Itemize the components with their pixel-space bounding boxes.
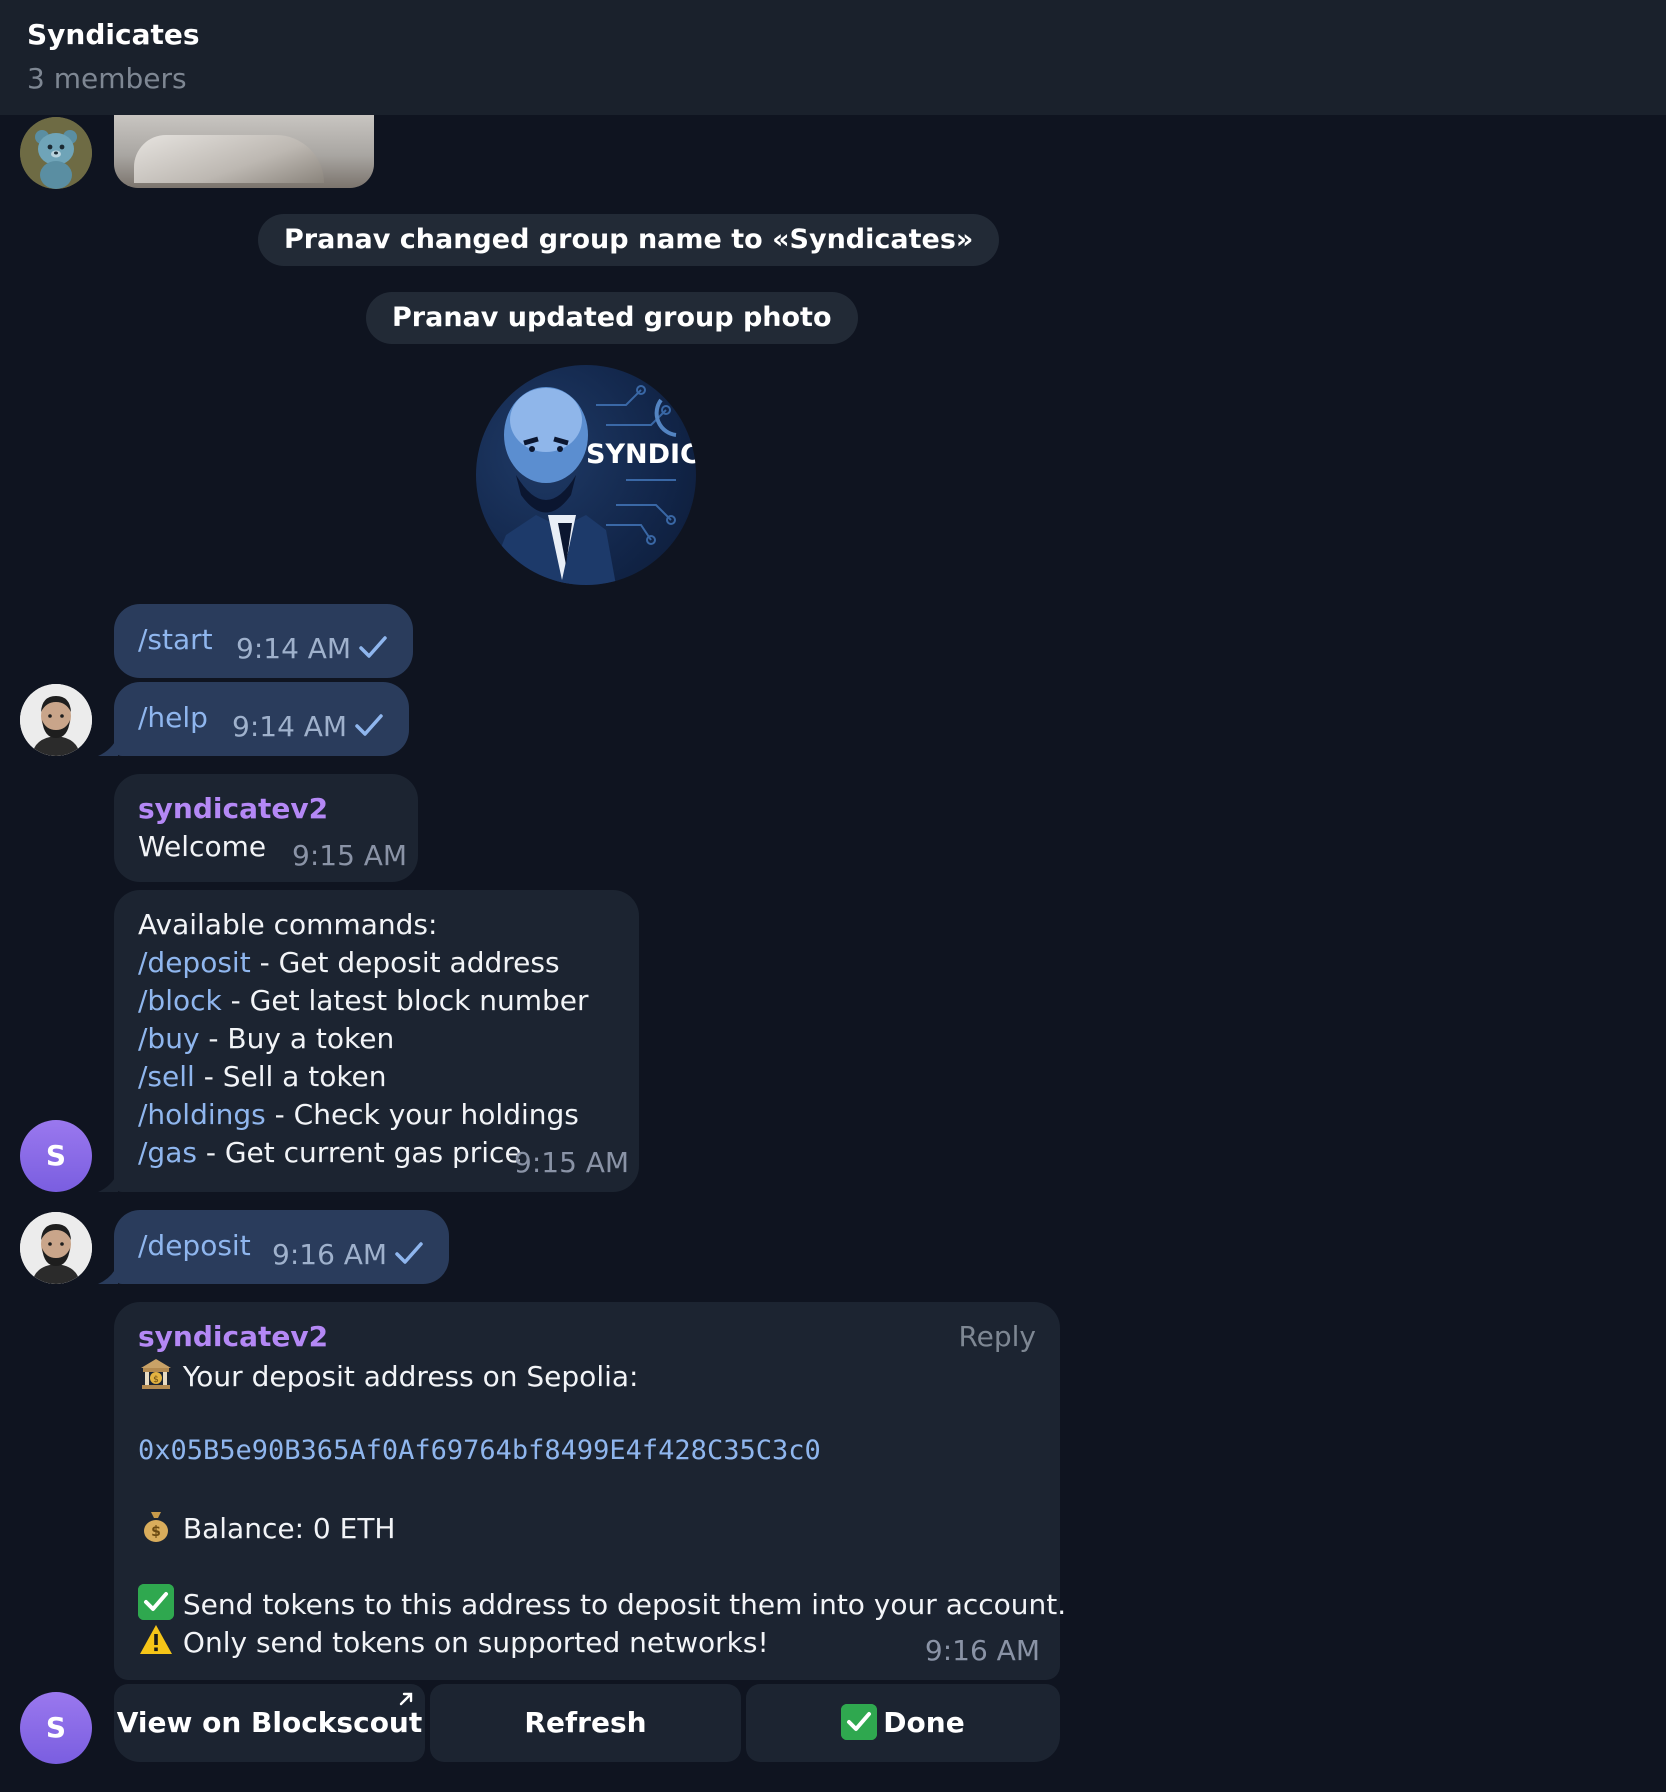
read-check-icon — [394, 1238, 424, 1276]
commands-intro: Available commands: — [138, 908, 438, 941]
warning-line: Only send tokens on supported networks! — [138, 1622, 769, 1662]
person-icon — [20, 684, 92, 756]
bot-avatar[interactable]: S — [20, 1692, 92, 1764]
button-label: View on Blockscout — [116, 1706, 423, 1739]
command-desc: - Check your holdings — [265, 1098, 579, 1131]
note-send-tokens: Send tokens to this address to deposit t… — [182, 1588, 1067, 1621]
svg-text:$: $ — [151, 1524, 161, 1540]
photo-content — [134, 135, 324, 183]
member-count: 3 members — [27, 62, 187, 95]
command-row: /sell - Sell a token — [138, 1058, 387, 1096]
person-icon — [20, 1212, 92, 1284]
check-mark-icon — [138, 1584, 174, 1620]
refresh-button[interactable]: Refresh — [430, 1684, 741, 1762]
button-label: Done — [883, 1706, 965, 1739]
bubble-tail — [98, 1264, 118, 1284]
command-link-sell[interactable]: /sell — [138, 1060, 195, 1093]
deposit-address[interactable]: 0x05B5e90B365Af0Af69764bf8499E4f428C35C3… — [138, 1432, 821, 1470]
reply-link[interactable]: Reply — [958, 1318, 1036, 1356]
note-supported-networks: Only send tokens on supported networks! — [182, 1626, 769, 1659]
command-row: /block - Get latest block number — [138, 982, 589, 1020]
user-avatar-bear[interactable] — [20, 117, 92, 189]
message-time: 9:15 AM — [292, 839, 408, 872]
message-help[interactable]: /help 9:14 AM — [114, 682, 409, 756]
command-row: /deposit - Get deposit address — [138, 944, 560, 982]
group-photo[interactable]: SYNDICA — [476, 365, 696, 585]
button-label: Refresh — [524, 1706, 647, 1739]
message-time: 9:16 AM — [272, 1238, 388, 1271]
command-row: /buy - Buy a token — [138, 1020, 394, 1058]
svg-text:$: $ — [153, 1375, 159, 1385]
message-text[interactable]: /help — [138, 699, 208, 737]
command-desc: - Get current gas price — [196, 1136, 522, 1169]
group-photo-text: SYNDICA — [586, 439, 696, 470]
read-check-icon — [358, 632, 388, 670]
portrait-illustration — [486, 385, 677, 585]
user-avatar-pranav[interactable] — [20, 684, 92, 756]
command-row: /holdings - Check your holdings — [138, 1096, 579, 1134]
command-desc: - Sell a token — [194, 1060, 387, 1093]
service-message-photo-update: Pranav updated group photo — [366, 292, 858, 344]
command-desc: - Buy a token — [199, 1022, 395, 1055]
done-button[interactable]: Done — [746, 1684, 1060, 1762]
message-text: Welcome — [138, 830, 267, 863]
bot-avatar[interactable]: S — [20, 1120, 92, 1192]
read-check-icon — [354, 710, 384, 748]
external-link-icon — [397, 1690, 415, 1713]
money-bag-icon: $ — [138, 1508, 174, 1544]
message-list[interactable]: Pranav changed group name to «Syndicates… — [0, 115, 1666, 1792]
command-link-gas[interactable]: /gas — [138, 1136, 197, 1169]
deposit-address-label: Your deposit address on Sepolia: — [182, 1360, 639, 1393]
message-time: 9:15 AM — [514, 1146, 630, 1179]
message-start[interactable]: /start 9:14 AM — [114, 604, 413, 678]
bubble-tail — [98, 1172, 118, 1192]
command-link-holdings[interactable]: /holdings — [138, 1098, 266, 1131]
user-avatar-pranav[interactable] — [20, 1212, 92, 1284]
command-link-buy[interactable]: /buy — [138, 1022, 200, 1055]
message-time: 9:14 AM — [236, 632, 352, 665]
sender-name[interactable]: syndicatev2 — [138, 790, 328, 828]
bear-icon — [20, 117, 92, 189]
note-line: Send tokens to this address to deposit t… — [138, 1584, 1066, 1624]
check-mark-icon — [841, 1704, 878, 1740]
sender-name[interactable]: syndicatev2 — [138, 1318, 328, 1356]
message-deposit-command[interactable]: /deposit 9:16 AM — [114, 1210, 449, 1284]
command-row: /gas - Get current gas price — [138, 1134, 522, 1172]
view-on-blockscout-button[interactable]: View on Blockscout — [114, 1684, 425, 1762]
message-commands[interactable]: Available commands: /deposit - Get depos… — [114, 890, 639, 1192]
message-text[interactable]: /start — [138, 621, 213, 659]
message-welcome[interactable]: syndicatev2 Welcome 9:15 AM — [114, 774, 418, 882]
deposit-line: $ Your deposit address on Sepolia: — [138, 1356, 638, 1396]
command-desc: - Get deposit address — [250, 946, 560, 979]
chat-header[interactable]: Syndicates 3 members — [0, 0, 1666, 116]
command-link-block[interactable]: /block — [138, 984, 222, 1017]
warning-icon — [138, 1622, 174, 1658]
message-time: 9:16 AM — [924, 1634, 1040, 1667]
message-deposit-info[interactable]: syndicatev2 Reply $ Your deposit address… — [114, 1302, 1066, 1680]
command-link-deposit[interactable]: /deposit — [138, 946, 251, 979]
message-time: 9:14 AM — [232, 710, 348, 743]
command-desc: - Get latest block number — [221, 984, 589, 1017]
bubble-tail — [98, 736, 118, 756]
message-text[interactable]: /deposit — [138, 1227, 251, 1265]
balance-text: Balance: 0 ETH — [182, 1512, 396, 1545]
chat-title[interactable]: Syndicates — [27, 18, 200, 51]
service-message-rename: Pranav changed group name to «Syndicates… — [258, 214, 1000, 266]
balance-line: $ Balance: 0 ETH — [138, 1508, 395, 1548]
bank-icon: $ — [138, 1356, 174, 1392]
shared-photo[interactable] — [114, 115, 374, 188]
